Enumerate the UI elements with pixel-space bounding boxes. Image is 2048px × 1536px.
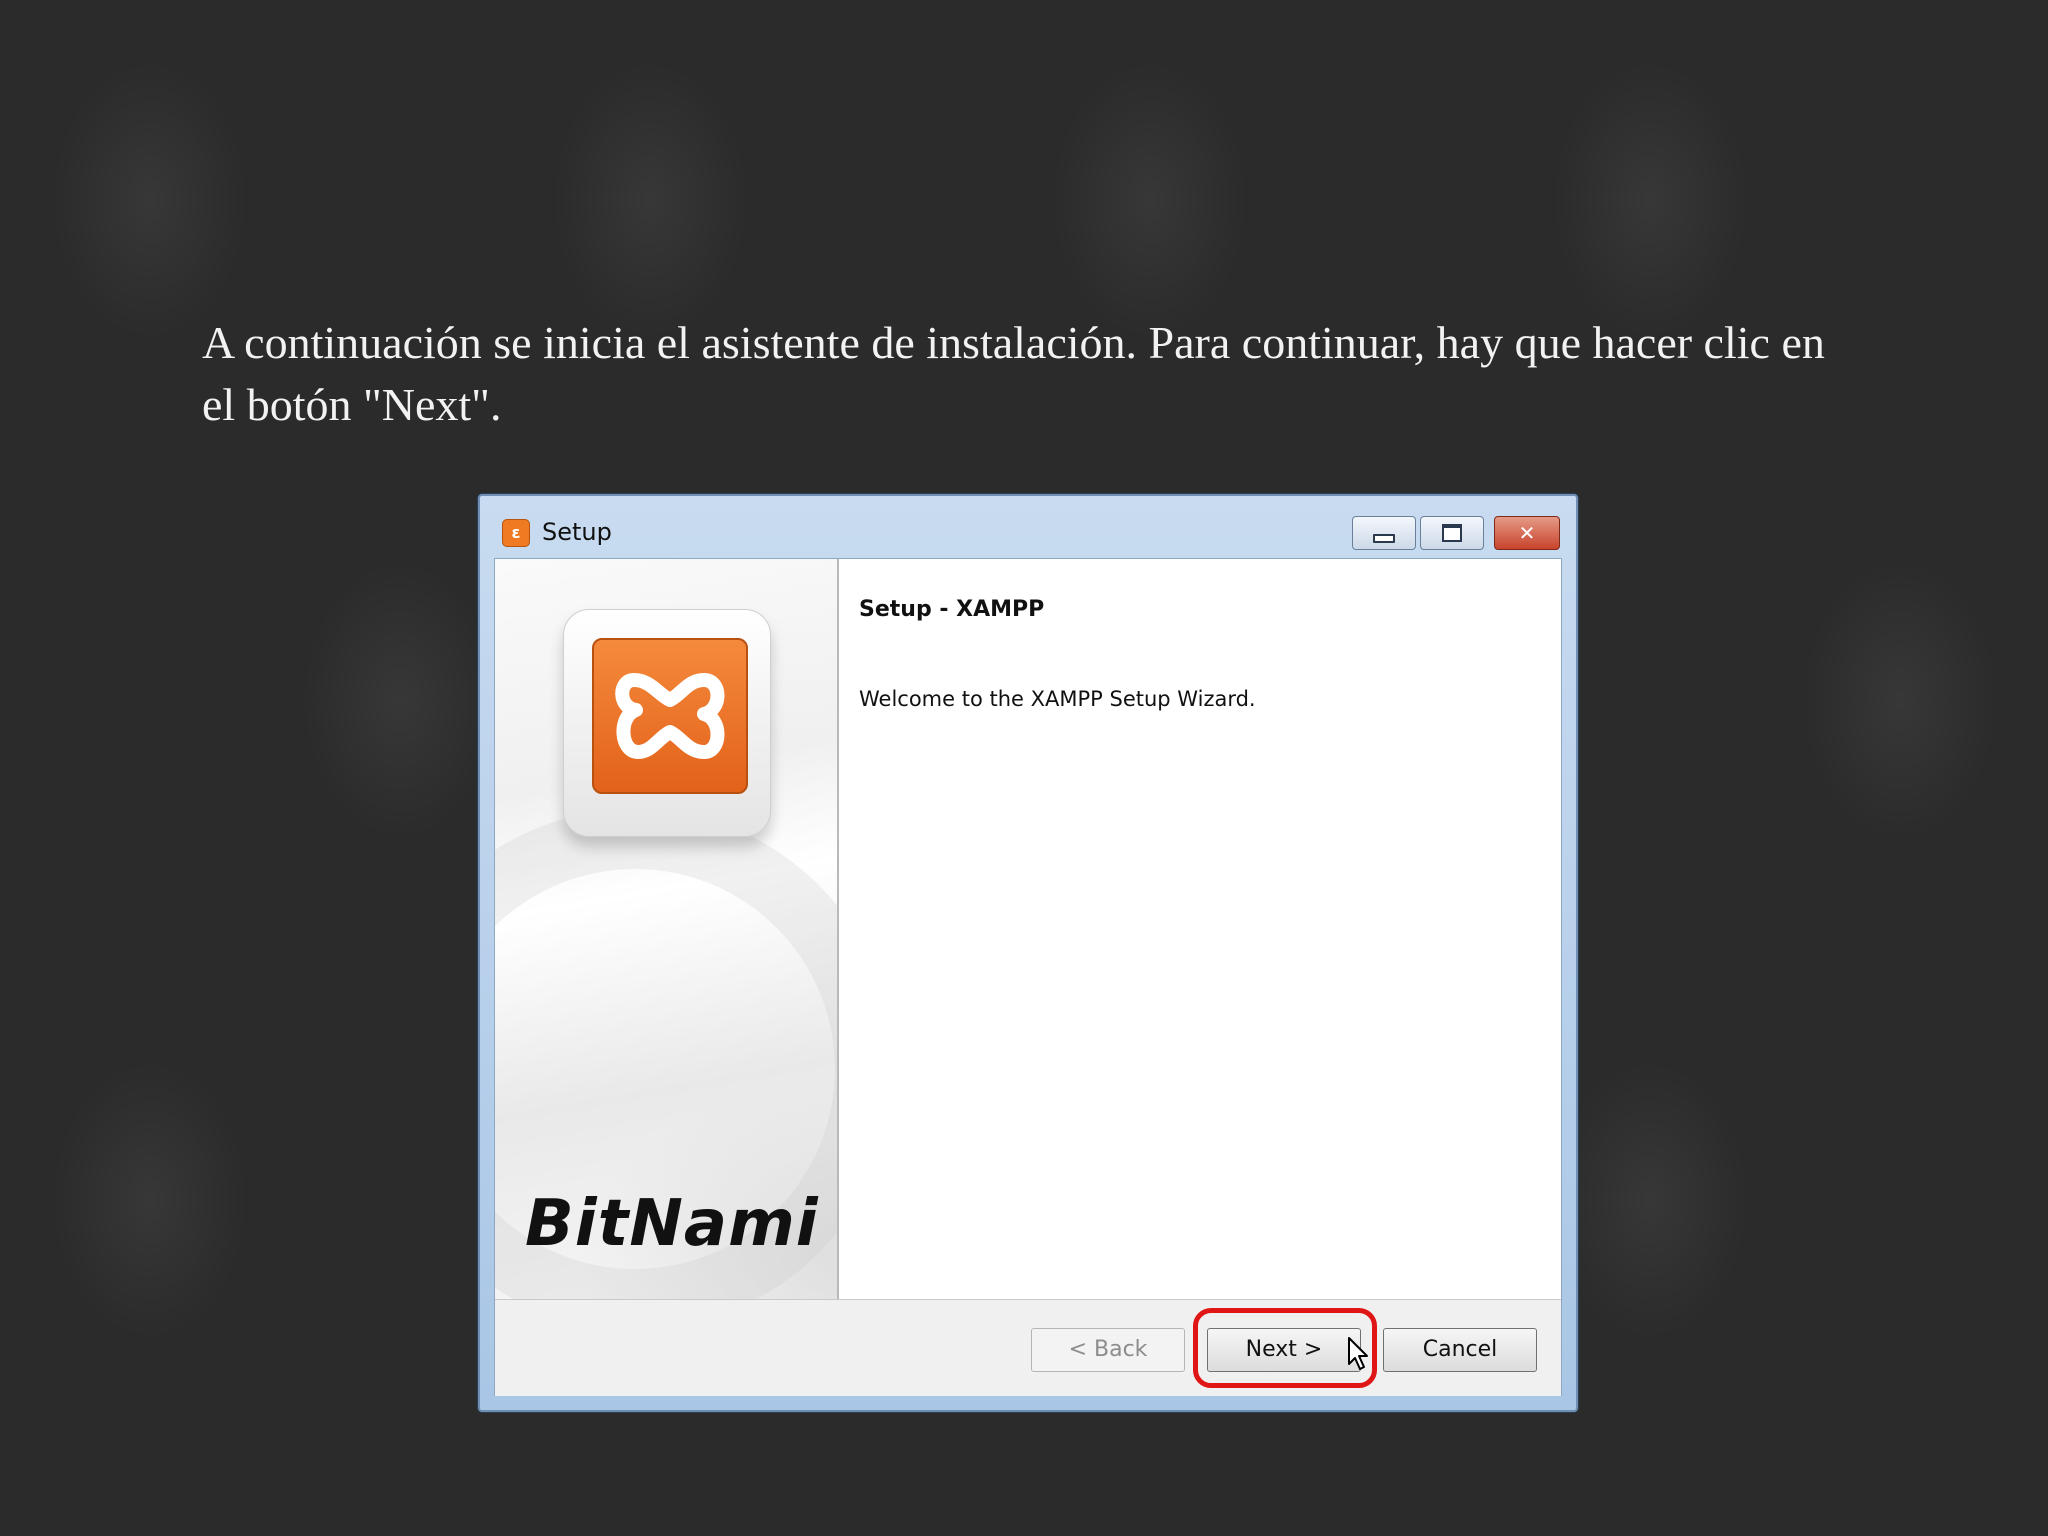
maximize-button[interactable]: [1420, 516, 1484, 550]
wizard-sidebar: BitNami: [495, 559, 839, 1299]
wizard-heading: Setup - XAMPP: [859, 597, 1045, 622]
close-icon: ✕: [1518, 521, 1536, 545]
setup-window: ε Setup ✕ BitNami Setup - XAMPP Welcome …: [478, 494, 1578, 1412]
mouse-cursor-icon: [1348, 1337, 1368, 1370]
xampp-logo-icon: [592, 638, 748, 794]
minimize-button[interactable]: [1352, 516, 1416, 550]
wizard-content: Setup - XAMPP Welcome to the XAMPP Setup…: [839, 559, 1561, 1299]
wizard-footer: < Back Next > Cancel: [495, 1299, 1561, 1396]
minimize-icon: [1373, 533, 1395, 543]
xampp-logo: [563, 609, 771, 837]
welcome-text: Welcome to the XAMPP Setup Wizard.: [859, 687, 1256, 711]
slide-caption: A continuación se inicia el asistente de…: [202, 317, 1825, 430]
window-title: Setup: [542, 518, 612, 546]
xampp-icon: ε: [502, 519, 530, 547]
cancel-button[interactable]: Cancel: [1383, 1328, 1537, 1372]
next-button[interactable]: Next >: [1207, 1328, 1361, 1372]
close-button[interactable]: ✕: [1494, 516, 1560, 550]
title-bar[interactable]: ε Setup ✕: [480, 496, 1576, 558]
wizard-client-area: BitNami Setup - XAMPP Welcome to the XAM…: [494, 558, 1562, 1396]
bitnami-brand: BitNami: [525, 1187, 819, 1261]
back-button[interactable]: < Back: [1031, 1328, 1185, 1372]
maximize-icon: [1442, 524, 1462, 542]
